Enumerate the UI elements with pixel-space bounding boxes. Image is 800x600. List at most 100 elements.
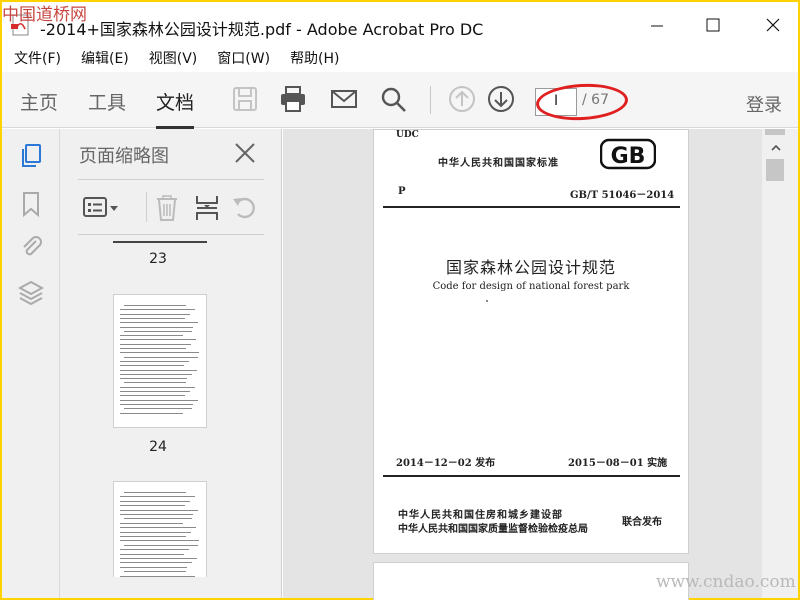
document-title-cn: 国家森林公园设计规范 [445, 258, 616, 277]
signin-button[interactable]: 登录 [746, 91, 782, 117]
scroll-up-icon[interactable] [771, 143, 781, 153]
thumbnail-list: 23 24 [78, 237, 254, 577]
thumbnail-text-line [120, 378, 187, 380]
thumbnail-text-line [120, 386, 195, 388]
thumbnail-text-line [120, 531, 191, 533]
menu-edit[interactable]: 编辑(E) [81, 48, 129, 68]
save-icon[interactable] [230, 84, 260, 114]
close-window-button[interactable] [758, 12, 788, 38]
thumbnail-text-line [120, 403, 193, 405]
footer-rule [383, 475, 680, 477]
insert-page-icon[interactable] [192, 194, 222, 222]
tab-document[interactable]: 文档 [156, 88, 195, 129]
thumbnail-text-line [120, 558, 197, 559]
scroll-thumb[interactable] [766, 159, 784, 181]
thumbnail-text-line [124, 382, 186, 384]
minimize-button[interactable] [642, 12, 672, 38]
thumbnail-text-line [120, 562, 192, 564]
delete-icon[interactable] [152, 194, 182, 222]
thumbnail-text-line [120, 322, 198, 324]
dot-mark [486, 300, 488, 302]
thumbnail-text-line [120, 500, 190, 502]
previous-thumbnail-edge [113, 241, 207, 243]
thumbnail-text-line [120, 522, 183, 524]
email-icon[interactable] [329, 84, 359, 114]
watermark-bottom: www.cndao.com [656, 572, 796, 592]
menu-window[interactable]: 窗口(W) [217, 48, 270, 68]
next-page-icon[interactable] [486, 84, 516, 114]
joint-issue: 联合发布 [622, 517, 662, 528]
menu-view[interactable]: 视图(V) [149, 48, 198, 68]
thumbnail-text-line [120, 365, 184, 367]
thumbnail-text-line [120, 553, 184, 555]
thumbnail-text-line [120, 527, 196, 529]
thumbnail-text-line [120, 549, 189, 551]
print-icon[interactable] [278, 84, 308, 114]
page-thumbnails-icon[interactable] [18, 143, 44, 169]
thumbnail-text-line [120, 309, 195, 311]
left-nav-strip [2, 129, 60, 598]
udc-label: UDC [396, 130, 419, 140]
thumbnail-text-line [120, 373, 192, 375]
thumbnail-label: 23 [149, 251, 167, 267]
thumbnail-text-line [120, 348, 186, 349]
document-page: UDC 中华人民共和国国家标准 GB P GB/T 51046－2014 国家森… [373, 129, 689, 554]
maximize-button[interactable] [698, 12, 728, 38]
document-title-en: Code for design of national forest park [432, 281, 630, 292]
tools-divider [146, 192, 147, 222]
search-icon[interactable] [378, 84, 408, 114]
thumbnail-text-line [120, 326, 193, 328]
layers-icon[interactable] [18, 279, 44, 305]
thumbnail-text-line [120, 575, 195, 577]
scroll-top-edge [765, 129, 785, 135]
svg-text:GB: GB [611, 144, 646, 169]
thumbnail-text-line [124, 356, 198, 358]
menu-file[interactable]: 文件(F) [14, 48, 61, 68]
menu-help[interactable]: 帮助(H) [290, 48, 339, 68]
thumbnail-panel: 页面缩略图 23 24 [60, 129, 334, 598]
options-menu-icon[interactable] [82, 194, 120, 222]
document-viewer[interactable]: UDC 中华人民共和国国家标准 GB P GB/T 51046－2014 国家森… [283, 129, 762, 600]
watermark-top: 中国道桥网 [2, 5, 87, 25]
thumbnail-text-line [120, 399, 198, 401]
document-scrollbar[interactable] [762, 129, 798, 598]
panel-title: 页面缩略图 [79, 146, 169, 167]
thumbnail-text-line [120, 505, 185, 507]
thumbnail-text-line [120, 566, 187, 568]
thumbnail-text-line [120, 496, 195, 498]
thumbnail-text-line [120, 343, 191, 345]
class-code: P [398, 186, 406, 197]
thumbnail-page[interactable] [113, 481, 207, 577]
tab-tools[interactable]: 工具 [88, 88, 126, 115]
thumbnail-text-line [120, 412, 183, 414]
tab-home[interactable]: 主页 [20, 88, 58, 115]
thumbnail-text-line [124, 408, 192, 410]
thumbnail-text-line [120, 540, 199, 542]
close-panel-icon[interactable] [233, 141, 257, 165]
thumbnail-page[interactable] [113, 294, 207, 428]
standard-number: GB/T 51046－2014 [570, 190, 675, 201]
thumbnail-text-line [124, 544, 198, 546]
thumbnail-text-line [120, 360, 189, 362]
publish-date: 2014－12－02 发布 [396, 458, 496, 469]
thumbnail-text-line [120, 352, 199, 354]
header-rule [383, 206, 680, 208]
previous-page-icon[interactable] [447, 84, 477, 114]
rotate-icon[interactable] [230, 194, 260, 222]
thumbnail-text-line [120, 395, 185, 397]
attachment-icon[interactable] [18, 233, 44, 259]
thumbnail-text-line [124, 518, 192, 520]
thumbnail-text-line [120, 514, 193, 515]
toolbar-divider [430, 86, 431, 114]
thumbnail-text-line [120, 536, 186, 537]
implement-date: 2015－08－01 实施 [568, 458, 668, 469]
thumbnail-text-line [120, 317, 185, 319]
thumbnail-text-line [120, 335, 183, 337]
window-title: -2014+国家森林公园设计规范.pdf - Adobe Acrobat Pro… [40, 20, 484, 39]
thumbnail-text-line [124, 330, 192, 332]
thumbnail-text-line [124, 571, 186, 573]
thumbnail-text-line [120, 509, 198, 511]
title-bar: -2014+国家森林公园设计规范.pdf - Adobe Acrobat Pro… [2, 2, 798, 44]
bookmark-icon[interactable] [18, 191, 44, 217]
issuer-2: 中华人民共和国国家质量监督检验检疫总局 [398, 524, 588, 535]
